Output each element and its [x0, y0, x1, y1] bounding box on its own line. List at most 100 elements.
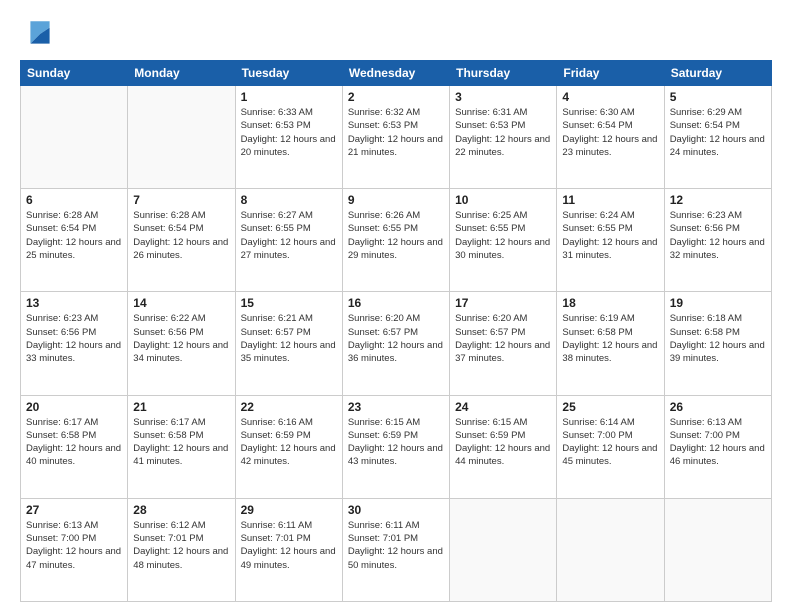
calendar-cell: 29 Sunrise: 6:11 AMSunset: 7:01 PMDayligh… [235, 498, 342, 601]
day-info: Sunrise: 6:20 AMSunset: 6:57 PMDaylight:… [455, 312, 551, 365]
calendar-cell: 6 Sunrise: 6:28 AMSunset: 6:54 PMDaylight… [21, 189, 128, 292]
calendar-cell: 16 Sunrise: 6:20 AMSunset: 6:57 PMDayligh… [342, 292, 449, 395]
day-number: 2 [348, 90, 444, 104]
day-number: 28 [133, 503, 229, 517]
day-info: Sunrise: 6:16 AMSunset: 6:59 PMDaylight:… [241, 416, 337, 469]
day-number: 27 [26, 503, 122, 517]
day-number: 23 [348, 400, 444, 414]
column-header-monday: Monday [128, 61, 235, 86]
day-number: 9 [348, 193, 444, 207]
column-header-friday: Friday [557, 61, 664, 86]
calendar-cell: 21 Sunrise: 6:17 AMSunset: 6:58 PMDayligh… [128, 395, 235, 498]
day-info: Sunrise: 6:15 AMSunset: 6:59 PMDaylight:… [348, 416, 444, 469]
day-number: 19 [670, 296, 766, 310]
calendar-cell: 27 Sunrise: 6:13 AMSunset: 7:00 PMDayligh… [21, 498, 128, 601]
calendar-cell: 14 Sunrise: 6:22 AMSunset: 6:56 PMDayligh… [128, 292, 235, 395]
column-header-saturday: Saturday [664, 61, 771, 86]
calendar-cell: 18 Sunrise: 6:19 AMSunset: 6:58 PMDayligh… [557, 292, 664, 395]
day-number: 7 [133, 193, 229, 207]
column-header-wednesday: Wednesday [342, 61, 449, 86]
day-info: Sunrise: 6:28 AMSunset: 6:54 PMDaylight:… [133, 209, 229, 262]
calendar-cell: 4 Sunrise: 6:30 AMSunset: 6:54 PMDaylight… [557, 86, 664, 189]
day-info: Sunrise: 6:20 AMSunset: 6:57 PMDaylight:… [348, 312, 444, 365]
day-number: 29 [241, 503, 337, 517]
calendar-cell [450, 498, 557, 601]
day-info: Sunrise: 6:17 AMSunset: 6:58 PMDaylight:… [26, 416, 122, 469]
calendar-week-row: 1 Sunrise: 6:33 AMSunset: 6:53 PMDaylight… [21, 86, 772, 189]
calendar-week-row: 6 Sunrise: 6:28 AMSunset: 6:54 PMDaylight… [21, 189, 772, 292]
day-info: Sunrise: 6:15 AMSunset: 6:59 PMDaylight:… [455, 416, 551, 469]
calendar-header-row: SundayMondayTuesdayWednesdayThursdayFrid… [21, 61, 772, 86]
calendar-cell: 19 Sunrise: 6:18 AMSunset: 6:58 PMDayligh… [664, 292, 771, 395]
calendar-week-row: 20 Sunrise: 6:17 AMSunset: 6:58 PMDayligh… [21, 395, 772, 498]
day-info: Sunrise: 6:13 AMSunset: 7:00 PMDaylight:… [26, 519, 122, 572]
calendar-cell: 7 Sunrise: 6:28 AMSunset: 6:54 PMDaylight… [128, 189, 235, 292]
day-info: Sunrise: 6:13 AMSunset: 7:00 PMDaylight:… [670, 416, 766, 469]
calendar-cell: 1 Sunrise: 6:33 AMSunset: 6:53 PMDaylight… [235, 86, 342, 189]
day-number: 18 [562, 296, 658, 310]
day-number: 17 [455, 296, 551, 310]
calendar-table: SundayMondayTuesdayWednesdayThursdayFrid… [20, 60, 772, 602]
day-number: 4 [562, 90, 658, 104]
day-info: Sunrise: 6:28 AMSunset: 6:54 PMDaylight:… [26, 209, 122, 262]
day-info: Sunrise: 6:24 AMSunset: 6:55 PMDaylight:… [562, 209, 658, 262]
day-number: 30 [348, 503, 444, 517]
day-info: Sunrise: 6:12 AMSunset: 7:01 PMDaylight:… [133, 519, 229, 572]
calendar-cell: 17 Sunrise: 6:20 AMSunset: 6:57 PMDayligh… [450, 292, 557, 395]
calendar-cell: 3Sunrise: 6:31 AMSunset: 6:53 PMDaylight… [450, 86, 557, 189]
calendar-week-row: 13Sunrise: 6:23 AMSunset: 6:56 PMDayligh… [21, 292, 772, 395]
calendar-cell: 11 Sunrise: 6:24 AMSunset: 6:55 PMDayligh… [557, 189, 664, 292]
day-number: 5 [670, 90, 766, 104]
day-number: 8 [241, 193, 337, 207]
day-number: 11 [562, 193, 658, 207]
day-info: Sunrise: 6:17 AMSunset: 6:58 PMDaylight:… [133, 416, 229, 469]
day-number: 10 [455, 193, 551, 207]
calendar-cell: 5 Sunrise: 6:29 AMSunset: 6:54 PMDaylight… [664, 86, 771, 189]
day-number: 6 [26, 193, 122, 207]
day-info: Sunrise: 6:23 AMSunset: 6:56 PMDaylight:… [670, 209, 766, 262]
calendar-cell: 8 Sunrise: 6:27 AMSunset: 6:55 PMDaylight… [235, 189, 342, 292]
column-header-sunday: Sunday [21, 61, 128, 86]
day-number: 14 [133, 296, 229, 310]
day-number: 21 [133, 400, 229, 414]
column-header-thursday: Thursday [450, 61, 557, 86]
day-info: Sunrise: 6:11 AMSunset: 7:01 PMDaylight:… [241, 519, 337, 572]
calendar-cell: 9 Sunrise: 6:26 AMSunset: 6:55 PMDaylight… [342, 189, 449, 292]
day-info: Sunrise: 6:33 AMSunset: 6:53 PMDaylight:… [241, 106, 337, 159]
day-info: Sunrise: 6:29 AMSunset: 6:54 PMDaylight:… [670, 106, 766, 159]
day-number: 15 [241, 296, 337, 310]
day-number: 12 [670, 193, 766, 207]
column-header-tuesday: Tuesday [235, 61, 342, 86]
day-info: Sunrise: 6:31 AMSunset: 6:53 PMDaylight:… [455, 106, 551, 159]
day-info: Sunrise: 6:19 AMSunset: 6:58 PMDaylight:… [562, 312, 658, 365]
day-number: 26 [670, 400, 766, 414]
calendar-cell: 30Sunrise: 6:11 AMSunset: 7:01 PMDayligh… [342, 498, 449, 601]
day-number: 16 [348, 296, 444, 310]
calendar-cell: 2Sunrise: 6:32 AMSunset: 6:53 PMDaylight… [342, 86, 449, 189]
day-number: 1 [241, 90, 337, 104]
day-info: Sunrise: 6:25 AMSunset: 6:55 PMDaylight:… [455, 209, 551, 262]
day-info: Sunrise: 6:22 AMSunset: 6:56 PMDaylight:… [133, 312, 229, 365]
logo-icon [24, 18, 56, 50]
calendar-cell: 26 Sunrise: 6:13 AMSunset: 7:00 PMDayligh… [664, 395, 771, 498]
day-info: Sunrise: 6:30 AMSunset: 6:54 PMDaylight:… [562, 106, 658, 159]
day-number: 25 [562, 400, 658, 414]
day-number: 20 [26, 400, 122, 414]
day-info: Sunrise: 6:18 AMSunset: 6:58 PMDaylight:… [670, 312, 766, 365]
calendar-cell: 24 Sunrise: 6:15 AMSunset: 6:59 PMDayligh… [450, 395, 557, 498]
day-info: Sunrise: 6:14 AMSunset: 7:00 PMDaylight:… [562, 416, 658, 469]
page-header [20, 18, 772, 50]
calendar-cell: 20 Sunrise: 6:17 AMSunset: 6:58 PMDayligh… [21, 395, 128, 498]
day-info: Sunrise: 6:21 AMSunset: 6:57 PMDaylight:… [241, 312, 337, 365]
calendar-cell: 12 Sunrise: 6:23 AMSunset: 6:56 PMDayligh… [664, 189, 771, 292]
calendar-cell: 25 Sunrise: 6:14 AMSunset: 7:00 PMDayligh… [557, 395, 664, 498]
day-number: 22 [241, 400, 337, 414]
calendar-cell [128, 86, 235, 189]
calendar-cell: 13Sunrise: 6:23 AMSunset: 6:56 PMDayligh… [21, 292, 128, 395]
day-info: Sunrise: 6:27 AMSunset: 6:55 PMDaylight:… [241, 209, 337, 262]
logo [20, 18, 56, 50]
day-number: 24 [455, 400, 551, 414]
calendar-cell: 23 Sunrise: 6:15 AMSunset: 6:59 PMDayligh… [342, 395, 449, 498]
day-number: 13 [26, 296, 122, 310]
day-info: Sunrise: 6:26 AMSunset: 6:55 PMDaylight:… [348, 209, 444, 262]
